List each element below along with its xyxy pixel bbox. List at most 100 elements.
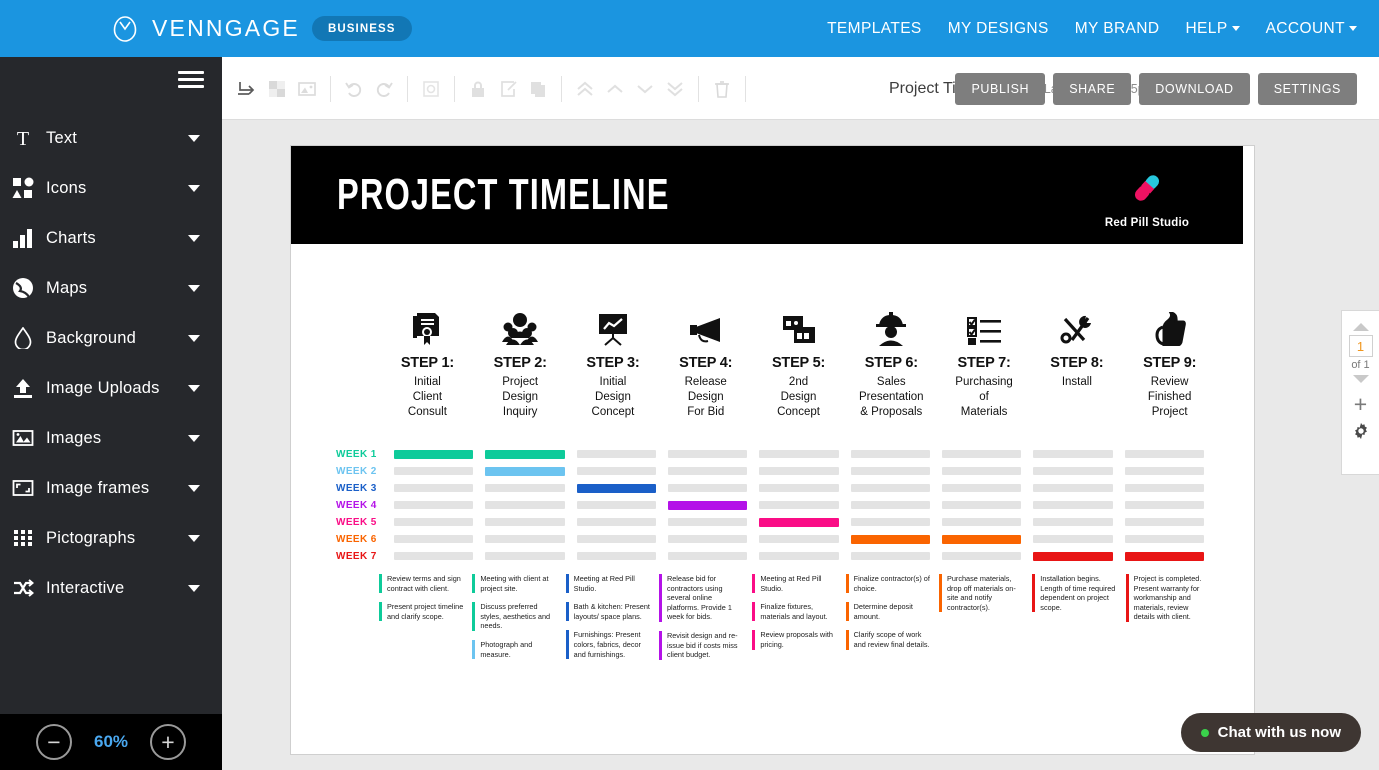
gantt-cell[interactable]	[941, 500, 1033, 510]
background-color-icon[interactable]	[262, 74, 292, 104]
duplicate-icon[interactable]	[523, 74, 553, 104]
gantt-cell[interactable]	[759, 517, 850, 527]
note-item[interactable]: Installation begins. Length of time requ…	[1032, 574, 1117, 613]
chat-widget-button[interactable]: Chat with us now	[1180, 713, 1361, 752]
gantt-cell[interactable]	[1124, 466, 1216, 476]
gantt-cell[interactable]	[485, 517, 576, 527]
gantt-chart[interactable]: WEEK 1 WEEK 2 WEEK 3 WEEK 4 WEEK 5 WEEK 6 WEEK…	[336, 446, 1216, 565]
gantt-cell[interactable]	[1033, 551, 1124, 561]
gantt-cell[interactable]	[850, 551, 942, 561]
delete-icon[interactable]	[707, 74, 737, 104]
gantt-cell[interactable]	[941, 483, 1033, 493]
gantt-cell[interactable]	[1124, 500, 1216, 510]
gantt-cell[interactable]	[941, 534, 1033, 544]
gantt-cell[interactable]	[485, 551, 576, 561]
send-backward-icon[interactable]	[630, 74, 660, 104]
gantt-cell[interactable]	[941, 517, 1033, 527]
gantt-cell[interactable]	[576, 449, 668, 459]
design-banner[interactable]: PROJECT TIMELINE Red Pill Studio	[291, 146, 1243, 244]
gantt-cell[interactable]	[394, 500, 485, 510]
gantt-cell[interactable]	[394, 551, 485, 561]
note-item[interactable]: Discuss preferred styles, aesthetics and…	[472, 602, 557, 631]
sidebar-item-images[interactable]: Images	[0, 413, 222, 463]
gantt-cell[interactable]	[759, 551, 850, 561]
publish-button[interactable]: PUBLISH	[955, 72, 1046, 105]
undo-icon[interactable]	[339, 74, 369, 104]
note-item[interactable]: Photograph and measure.	[472, 639, 557, 660]
download-button[interactable]: DOWNLOAD	[1139, 72, 1250, 105]
step-7[interactable]: STEP 7: Purchasing of Materials	[938, 306, 1031, 420]
gantt-cell[interactable]	[667, 466, 759, 476]
sidebar-item-interactive[interactable]: Interactive	[0, 563, 222, 613]
sidebar-item-image-frames[interactable]: Image frames	[0, 463, 222, 513]
gantt-cell[interactable]	[850, 449, 942, 459]
nav-link-help[interactable]: HELP	[1185, 20, 1240, 38]
note-item[interactable]: Determine deposit amount.	[845, 602, 931, 622]
gantt-cell[interactable]	[485, 466, 576, 476]
gantt-cell[interactable]	[759, 500, 850, 510]
note-item[interactable]: Meeting at Red Pill Studio.	[565, 574, 651, 594]
page-number-input[interactable]: 1	[1348, 335, 1373, 357]
note-item[interactable]: Meeting with client at project site.	[472, 574, 557, 594]
sidebar-item-icons[interactable]: Icons	[0, 163, 222, 213]
nav-link-templates[interactable]: TEMPLATES	[827, 20, 922, 38]
gantt-cell[interactable]	[850, 500, 942, 510]
bring-forward-icon[interactable]	[600, 74, 630, 104]
gantt-cell[interactable]	[759, 483, 850, 493]
note-item[interactable]: Review terms and sign contract with clie…	[379, 574, 464, 594]
brand-logo[interactable]: VENNGAGE BUSINESS	[110, 0, 412, 57]
step-9[interactable]: STEP 9: Review Finished Project	[1123, 306, 1216, 420]
hamburger-icon[interactable]	[178, 71, 204, 92]
sidebar-item-charts[interactable]: Charts	[0, 213, 222, 263]
zoom-in-button[interactable]: +	[150, 724, 187, 760]
note-item[interactable]: Bath & kitchen: Present layouts/ space p…	[565, 602, 651, 622]
gantt-cell[interactable]	[576, 466, 668, 476]
gantt-cell[interactable]	[485, 534, 576, 544]
gantt-cell[interactable]	[394, 449, 485, 459]
gantt-cell[interactable]	[1033, 534, 1124, 544]
step-2[interactable]: STEP 2: Project Design Inquiry	[474, 306, 567, 420]
step-1[interactable]: STEP 1: Initial Client Consult	[381, 306, 474, 420]
gantt-cell[interactable]	[394, 517, 485, 527]
nav-link-account[interactable]: ACCOUNT	[1266, 20, 1357, 38]
note-item[interactable]: Finalize contractor(s) of choice.	[845, 574, 931, 594]
align-icon[interactable]	[232, 74, 262, 104]
gantt-cell[interactable]	[576, 534, 668, 544]
gantt-cell[interactable]	[394, 483, 485, 493]
gantt-cell[interactable]	[485, 449, 576, 459]
gantt-cell[interactable]	[759, 466, 850, 476]
settings-button[interactable]: SETTINGS	[1257, 72, 1357, 105]
canvas-area[interactable]: PROJECT TIMELINE Red Pill Studio STEP 1:…	[222, 120, 1379, 770]
step-3[interactable]: STEP 3: Initial Design Concept	[567, 306, 660, 420]
gantt-cell[interactable]	[485, 500, 576, 510]
business-badge[interactable]: BUSINESS	[311, 16, 412, 41]
design-page[interactable]: PROJECT TIMELINE Red Pill Studio STEP 1:…	[290, 145, 1255, 755]
gantt-cell[interactable]	[576, 551, 668, 561]
sidebar-item-image-uploads[interactable]: Image Uploads	[0, 363, 222, 413]
gantt-cell[interactable]	[1033, 466, 1124, 476]
send-to-back-icon[interactable]	[660, 74, 690, 104]
image-icon[interactable]	[292, 74, 322, 104]
gantt-cell[interactable]	[667, 483, 759, 493]
gantt-cell[interactable]	[1124, 551, 1216, 561]
gantt-cell[interactable]	[1124, 517, 1216, 527]
gantt-cell[interactable]	[667, 551, 759, 561]
share-button[interactable]: SHARE	[1053, 72, 1132, 105]
note-item[interactable]: Project is completed. Present warranty f…	[1125, 574, 1211, 622]
gantt-cell[interactable]	[667, 449, 759, 459]
gantt-cell[interactable]	[576, 483, 668, 493]
gantt-cell[interactable]	[850, 466, 942, 476]
nav-link-my-brand[interactable]: MY BRAND	[1075, 20, 1160, 38]
gantt-cell[interactable]	[759, 449, 850, 459]
note-item[interactable]: Revisit design and re-issue bid if costs…	[658, 630, 744, 660]
note-item[interactable]: Review proposals with pricing.	[752, 630, 837, 650]
note-item[interactable]: Release bid for contractors using severa…	[658, 574, 744, 622]
step-5[interactable]: STEP 5: 2nd Design Concept	[752, 306, 845, 420]
add-page-button[interactable]: +	[1354, 393, 1367, 416]
gantt-cell[interactable]	[1033, 500, 1124, 510]
gantt-cell[interactable]	[850, 483, 942, 493]
gantt-cell[interactable]	[1124, 449, 1216, 459]
gantt-cell[interactable]	[850, 517, 942, 527]
note-item[interactable]: Clarify scope of work and review final d…	[845, 630, 931, 650]
redo-icon[interactable]	[369, 74, 399, 104]
